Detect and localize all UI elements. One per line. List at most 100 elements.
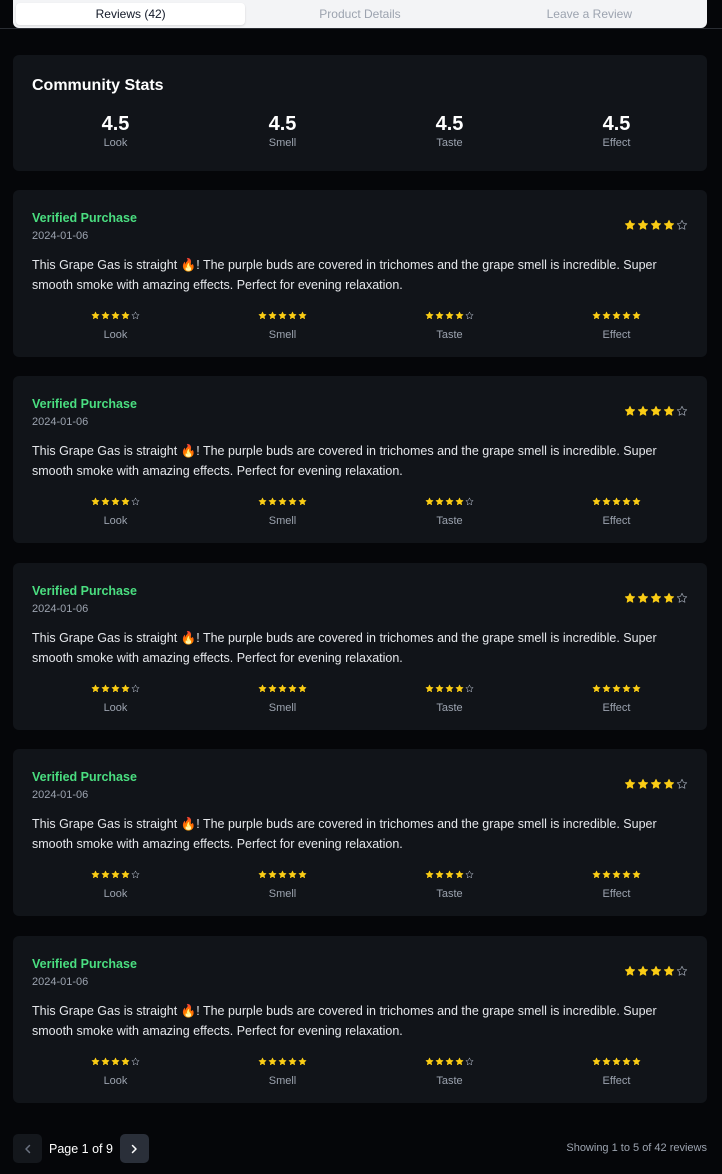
star-filled-icon [663, 778, 675, 789]
star-filled-icon [622, 684, 631, 692]
star-filled-icon [637, 405, 649, 416]
sub-rating-stars [425, 1057, 474, 1067]
sub-rating-taste: Taste [366, 1053, 533, 1087]
page-indicator: Page 1 of 9 [49, 1141, 113, 1156]
star-filled-icon [624, 405, 636, 416]
sub-rating-label: Smell [268, 515, 297, 527]
overall-rating-stars [624, 405, 688, 417]
star-filled-icon [592, 497, 601, 505]
sub-rating-look: Look [32, 866, 199, 900]
star-filled-icon [101, 497, 110, 505]
tab-bar: Reviews (42) Product Details Leave a Rev… [13, 0, 707, 28]
star-filled-icon [101, 870, 110, 878]
star-empty-icon [676, 965, 688, 976]
review-text: This Grape Gas is straight 🔥! The purple… [32, 1004, 657, 1038]
sub-rating-label: Look [103, 329, 128, 341]
star-filled-icon [650, 405, 662, 416]
star-filled-icon [268, 311, 277, 319]
star-filled-icon [268, 1057, 277, 1065]
star-filled-icon [624, 592, 636, 603]
sub-rating-smell: Smell [199, 493, 366, 527]
star-empty-icon [676, 592, 688, 603]
sub-rating-look: Look [32, 493, 199, 527]
star-filled-icon [445, 1057, 454, 1065]
star-filled-icon [592, 684, 601, 692]
star-filled-icon [602, 870, 611, 878]
star-filled-icon [435, 497, 444, 505]
tab-divider [0, 28, 722, 29]
star-filled-icon [592, 311, 601, 319]
sub-rating-stars [91, 870, 140, 880]
star-filled-icon [624, 965, 636, 976]
sub-rating-label: Smell [268, 888, 297, 900]
star-filled-icon [592, 870, 601, 878]
star-filled-icon [278, 1057, 287, 1065]
star-filled-icon [101, 1057, 110, 1065]
star-filled-icon [278, 684, 287, 692]
review-date: 2024-01-06 [32, 416, 89, 428]
star-filled-icon [425, 497, 434, 505]
sub-rating-label: Taste [436, 329, 463, 341]
star-filled-icon [602, 1057, 611, 1065]
star-filled-icon [91, 1057, 100, 1065]
tab-product-details[interactable]: Product Details [245, 3, 474, 25]
community-stats-row: 4.5 Look 4.5 Smell 4.5 Taste 4.5 Effect [32, 112, 700, 149]
tab-reviews[interactable]: Reviews (42) [16, 3, 246, 25]
star-filled-icon [298, 870, 307, 878]
sub-rating-label: Effect [602, 1075, 631, 1087]
review-text: This Grape Gas is straight 🔥! The purple… [32, 444, 657, 478]
sub-rating-stars [258, 870, 307, 880]
sub-rating-stars [91, 684, 140, 694]
review-date: 2024-01-06 [32, 789, 89, 801]
star-filled-icon [101, 684, 110, 692]
verified-purchase-label: Verified Purchase [32, 957, 137, 971]
review-date: 2024-01-06 [32, 976, 89, 988]
sub-rating-label: Look [103, 1075, 128, 1087]
sub-rating-stars [425, 497, 474, 507]
star-filled-icon [632, 497, 641, 505]
sub-rating-label: Smell [268, 1075, 297, 1087]
star-empty-icon [131, 870, 140, 878]
verified-purchase-label: Verified Purchase [32, 397, 137, 411]
tab-leave-review[interactable]: Leave a Review [475, 3, 704, 25]
community-stats-title: Community Stats [32, 77, 164, 94]
star-filled-icon [612, 311, 621, 319]
star-filled-icon [663, 405, 675, 416]
sub-rating-stars [91, 311, 140, 321]
star-empty-icon [465, 870, 474, 878]
sub-rating-smell: Smell [199, 1053, 366, 1087]
star-empty-icon [465, 1057, 474, 1065]
star-filled-icon [455, 311, 464, 319]
star-filled-icon [278, 870, 287, 878]
stat-value: 4.5 [435, 113, 464, 135]
star-filled-icon [624, 778, 636, 789]
previous-page-button[interactable] [13, 1134, 42, 1163]
review-card: Verified Purchase 2024-01-06 This Grape … [13, 190, 707, 357]
star-filled-icon [278, 311, 287, 319]
sub-rating-label: Look [103, 888, 128, 900]
star-filled-icon [298, 311, 307, 319]
sub-rating-stars [258, 1057, 307, 1067]
sub-ratings: Look Smell Taste Effect [32, 307, 700, 341]
star-filled-icon [612, 870, 621, 878]
sub-rating-label: Taste [436, 888, 463, 900]
star-filled-icon [624, 219, 636, 230]
review-card: Verified Purchase 2024-01-06 This Grape … [13, 563, 707, 730]
sub-rating-stars [91, 1057, 140, 1067]
star-filled-icon [425, 684, 434, 692]
star-filled-icon [637, 778, 649, 789]
stat-label: Look [103, 137, 128, 149]
star-filled-icon [622, 1057, 631, 1065]
sub-rating-stars [258, 497, 307, 507]
sub-rating-label: Effect [602, 329, 631, 341]
review-text: This Grape Gas is straight 🔥! The purple… [32, 631, 657, 665]
review-card: Verified Purchase 2024-01-06 This Grape … [13, 749, 707, 916]
star-filled-icon [632, 311, 641, 319]
star-filled-icon [288, 870, 297, 878]
next-page-button[interactable] [119, 1134, 149, 1163]
star-filled-icon [632, 1057, 641, 1065]
sub-rating-label: Effect [602, 888, 631, 900]
sub-rating-label: Smell [268, 329, 297, 341]
stat-label: Taste [436, 137, 463, 149]
stat-value: 4.5 [101, 113, 130, 135]
